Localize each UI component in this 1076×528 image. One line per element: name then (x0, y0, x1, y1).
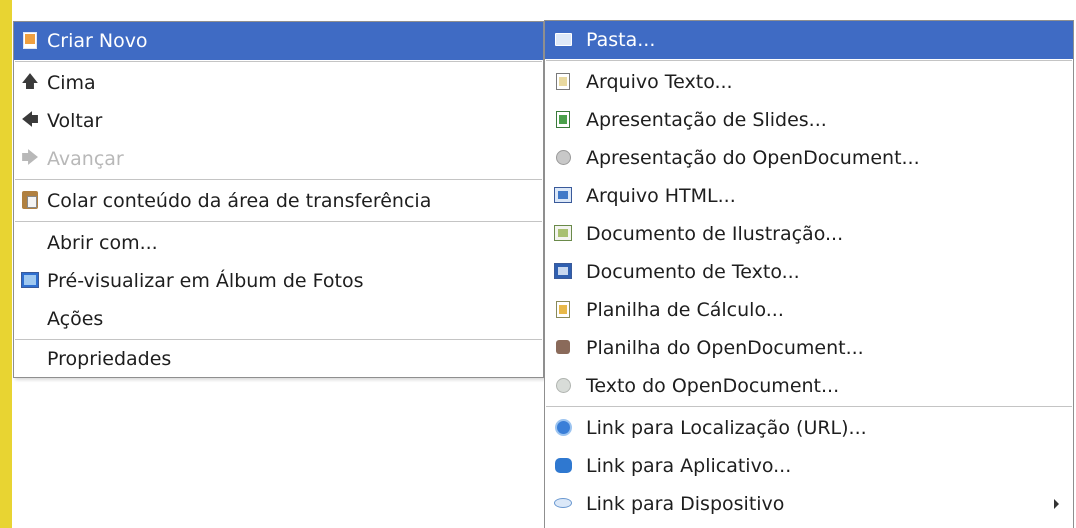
menu-item-propriedades[interactable]: Propriedades (14, 340, 543, 378)
background-strip (0, 0, 12, 528)
menu-separator (546, 406, 1072, 407)
menu-item-label: Abrir com... (47, 232, 158, 254)
menu-separator (546, 60, 1072, 61)
menu-item-label: Colar conteúdo da área de transferência (47, 190, 432, 212)
submenu-item-documento-ilustracao[interactable]: Documento de Ilustração... (545, 215, 1073, 253)
text-document-icon (553, 261, 573, 281)
menu-item-label: Planilha de Cálculo... (586, 299, 784, 321)
menu-item-voltar[interactable]: 🡄 Voltar (14, 102, 543, 140)
menu-item-label: Apresentação de Slides... (586, 109, 827, 131)
menu-item-avancar[interactable]: 🡆 Avançar (14, 140, 543, 178)
submenu-item-link-url[interactable]: Link para Localização (URL)... (545, 409, 1073, 447)
drawing-document-icon (553, 223, 573, 243)
submenu-item-planilha-opendocument[interactable]: Planilha do OpenDocument... (545, 329, 1073, 367)
menu-item-label: Pré-visualizar em Álbum de Fotos (47, 270, 364, 292)
submenu-item-pasta[interactable]: Pasta... (545, 21, 1073, 59)
menu-item-label: Arquivo Texto... (586, 71, 733, 93)
menu-item-label: Arquivo HTML... (586, 185, 736, 207)
menu-item-abrir-com[interactable]: Abrir com... (14, 224, 543, 262)
menu-item-label: Documento de Texto... (586, 261, 800, 283)
spreadsheet-icon (553, 299, 573, 319)
opendocument-text-icon (553, 375, 573, 395)
application-link-icon (553, 455, 573, 475)
html-file-icon (553, 185, 573, 205)
photo-album-icon (20, 270, 40, 290)
menu-item-label: Voltar (47, 110, 103, 132)
submenu-item-link-dispositivo[interactable]: Link para Dispositivo (545, 485, 1073, 523)
submenu-item-texto-opendocument[interactable]: Texto do OpenDocument... (545, 367, 1073, 405)
presentation-icon (553, 109, 573, 129)
menu-item-label: Criar Novo (47, 30, 148, 52)
submenu-item-planilha-calculo[interactable]: Planilha de Cálculo... (545, 291, 1073, 329)
submenu-item-documento-texto[interactable]: Documento de Texto... (545, 253, 1073, 291)
paste-icon (20, 190, 40, 210)
opendocument-spreadsheet-icon (553, 337, 573, 357)
menu-item-label: Link para Aplicativo... (586, 455, 792, 477)
forward-arrow-icon: 🡆 (21, 147, 39, 168)
up-arrow-icon: 🡅 (21, 71, 39, 92)
create-new-submenu: Pasta... Arquivo Texto... Apresentação d… (544, 20, 1074, 528)
menu-item-label: Documento de Ilustração... (586, 223, 844, 245)
menu-item-criar-novo[interactable]: Criar Novo (14, 22, 543, 60)
menu-item-label: Link para Localização (URL)... (586, 417, 867, 439)
menu-item-label: Propriedades (47, 348, 172, 370)
menu-item-colar[interactable]: Colar conteúdo da área de transferência (14, 182, 543, 220)
menu-item-label: Planilha do OpenDocument... (586, 337, 864, 359)
menu-item-cima[interactable]: 🡅 Cima (14, 64, 543, 102)
menu-item-label: Pasta... (586, 29, 656, 51)
menu-item-pre-visualizar[interactable]: Pré-visualizar em Álbum de Fotos (14, 262, 543, 300)
device-link-icon (553, 493, 573, 513)
menu-separator (15, 61, 542, 62)
menu-item-label: Avançar (47, 148, 124, 170)
menu-separator (15, 179, 542, 180)
submenu-item-arquivo-html[interactable]: Arquivo HTML... (545, 177, 1073, 215)
menu-item-label: Apresentação do OpenDocument... (586, 147, 920, 169)
globe-link-icon (553, 417, 573, 437)
menu-item-acoes[interactable]: Ações (14, 300, 543, 338)
submenu-item-apresentacao-slides[interactable]: Apresentação de Slides... (545, 101, 1073, 139)
submenu-item-arquivo-texto[interactable]: Arquivo Texto... (545, 63, 1073, 101)
menu-item-label: Link para Dispositivo (586, 493, 785, 515)
submenu-arrow-icon (1054, 499, 1059, 509)
text-file-icon (553, 71, 573, 91)
new-document-icon (20, 30, 40, 50)
submenu-item-apresentacao-opendocument[interactable]: Apresentação do OpenDocument... (545, 139, 1073, 177)
menu-item-label: Cima (47, 72, 96, 94)
menu-separator (15, 221, 542, 222)
submenu-item-link-aplicativo[interactable]: Link para Aplicativo... (545, 447, 1073, 485)
context-menu: Criar Novo 🡅 Cima 🡄 Voltar 🡆 Avançar Col… (13, 21, 544, 378)
menu-item-label: Ações (47, 308, 104, 330)
back-arrow-icon: 🡄 (21, 109, 39, 130)
opendocument-presentation-icon (553, 147, 573, 167)
menu-item-label: Texto do OpenDocument... (586, 375, 840, 397)
folder-icon (553, 29, 573, 49)
